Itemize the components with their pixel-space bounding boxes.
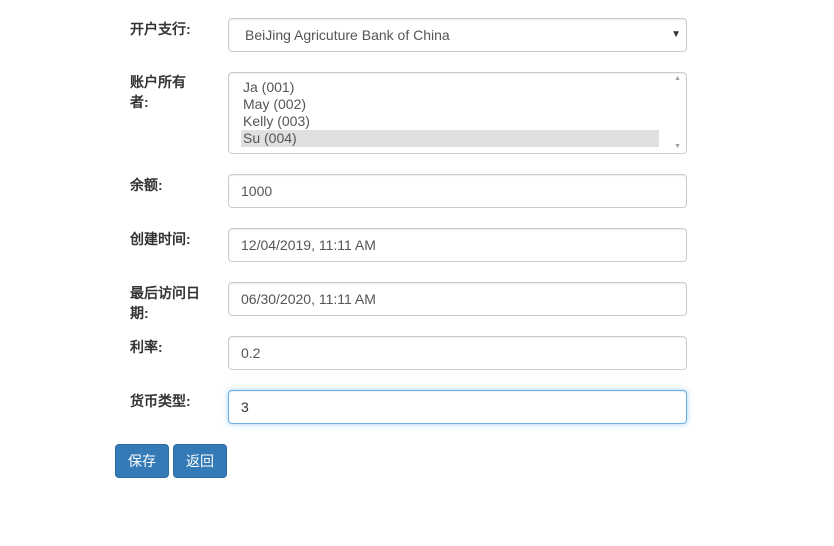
scroll-down-arrow-icon[interactable]: ▼ (674, 143, 681, 150)
created-time-input[interactable]: 12/04/2019, 11:11 AM (228, 228, 687, 262)
branch-select[interactable]: BeiJing Agricuture Bank of China ▼ (228, 18, 687, 52)
branch-select-value: BeiJing Agricuture Bank of China (245, 27, 450, 43)
interest-rate-input[interactable]: 0.2 (228, 336, 687, 370)
currency-type-input[interactable]: 3 (228, 390, 687, 424)
balance-label: 余额: (130, 177, 163, 193)
currency-type-label: 货币类型: (130, 393, 191, 409)
scroll-up-arrow-icon[interactable]: ▲ (674, 75, 681, 82)
created-time-label: 创建时间: (130, 231, 191, 247)
owners-listbox[interactable]: Ja (001) May (002) Kelly (003) Su (004) … (228, 72, 687, 154)
owners-label: 账户所有者: (130, 74, 186, 110)
interest-rate-label: 利率: (130, 339, 163, 355)
owner-option[interactable]: Kelly (003) (241, 113, 659, 130)
last-access-date-label: 最后访问日期: (130, 285, 200, 321)
balance-input[interactable]: 1000 (228, 174, 687, 208)
owner-option[interactable]: Ja (001) (241, 79, 659, 96)
save-button[interactable]: 保存 (115, 444, 169, 478)
chevron-down-icon: ▼ (671, 29, 681, 40)
owner-option[interactable]: May (002) (241, 96, 659, 113)
back-button[interactable]: 返回 (173, 444, 227, 478)
branch-label: 开户支行: (130, 21, 191, 37)
last-access-date-input[interactable]: 06/30/2020, 11:11 AM (228, 282, 687, 316)
owner-option-selected[interactable]: Su (004) (241, 130, 659, 147)
